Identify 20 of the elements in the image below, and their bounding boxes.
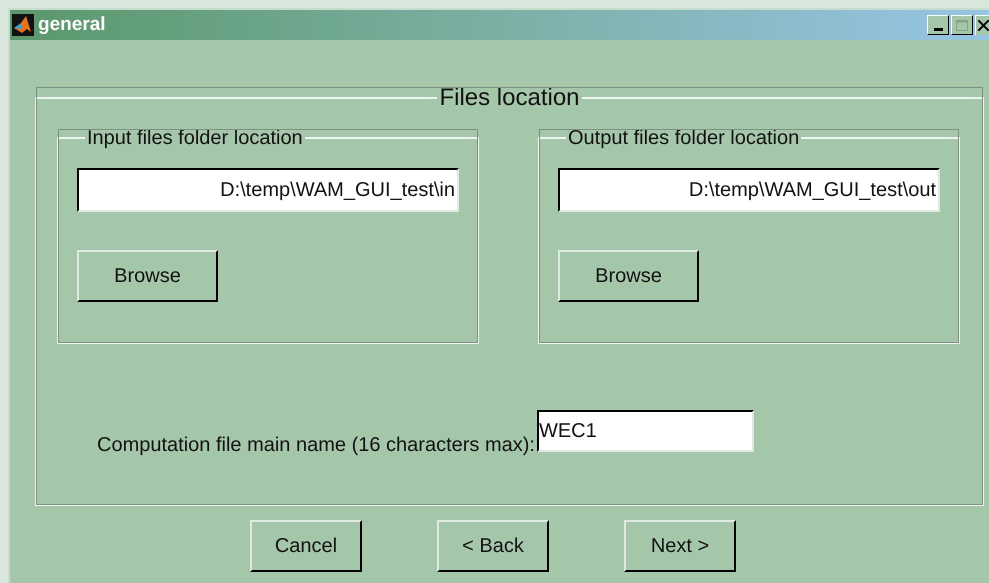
minimize-icon (934, 28, 942, 31)
maximize-icon (956, 20, 968, 30)
nav-button[interactable]: Next > (624, 520, 736, 572)
folder-path-field[interactable]: D:\temp\WAM_GUI_test\out (558, 168, 940, 212)
browse-button[interactable]: Browse (77, 250, 218, 302)
maximize-button[interactable] (951, 15, 973, 35)
panel-title: Files location (438, 86, 581, 110)
group-title: Output files folder location (567, 128, 800, 148)
nav-button[interactable]: Cancel (250, 520, 362, 572)
browse-button[interactable]: Browse (558, 250, 699, 302)
close-button[interactable] (975, 15, 989, 35)
nav-button[interactable]: < Back (437, 520, 549, 572)
minimize-button[interactable] (927, 15, 949, 35)
name-label: Computation file main name (16 characters max): (97, 433, 535, 458)
logo-icon (12, 14, 34, 36)
name-field[interactable]: WEC1 (536, 410, 754, 452)
window-title: general (38, 12, 106, 37)
group-title: Input files folder location (86, 128, 304, 148)
folder-path-field[interactable]: D:\temp\WAM_GUI_test\in (77, 168, 459, 212)
close-icon (978, 20, 989, 31)
